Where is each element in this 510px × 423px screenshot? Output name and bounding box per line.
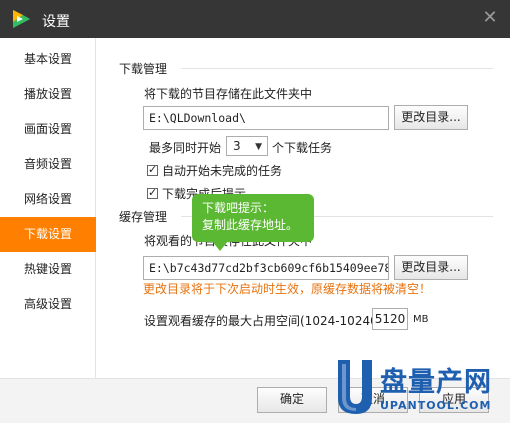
- watermark-cn-text: 盘量产网: [380, 367, 492, 398]
- max-download-value: 3: [233, 139, 241, 153]
- auto-start-label: 自动开始未完成的任务: [162, 164, 283, 178]
- check-icon: ✓: [148, 186, 158, 199]
- tooltip-line-1: 下载吧提示：: [202, 201, 275, 215]
- max-download-select[interactable]: 3 ▼: [226, 136, 268, 156]
- tooltip-line-2: 复制此缓存地址。: [202, 218, 299, 232]
- cache-max-space-label: 设置观看缓存的最大占用空间(1024-10240): [144, 314, 383, 328]
- sidebar-item-playback[interactable]: 播放设置: [0, 77, 96, 112]
- sidebar-item-network[interactable]: 网络设置: [0, 182, 96, 217]
- upantool-watermark: 盘量产网 UPANTOOL.COM: [334, 358, 510, 423]
- settings-sidebar: 基本设置 播放设置 画面设置 音频设置 网络设置 下载设置 热键设置 高级设置: [0, 38, 96, 378]
- sidebar-item-advanced[interactable]: 高级设置: [0, 287, 96, 322]
- cache-max-space-input[interactable]: 5120: [372, 308, 408, 330]
- title-bar: 设置 ✕: [0, 0, 510, 38]
- max-download-suffix: 个下载任务: [272, 141, 333, 155]
- download-change-dir-button[interactable]: 更改目录...: [394, 105, 468, 130]
- ok-button[interactable]: 确定: [257, 387, 327, 413]
- tooltip-arrow: [212, 241, 228, 251]
- copy-cache-tooltip: 下载吧提示： 复制此缓存地址。: [192, 194, 314, 251]
- download-section-divider: [181, 68, 493, 69]
- cache-change-dir-button[interactable]: 更改目录...: [394, 255, 468, 280]
- chevron-down-icon: ▼: [255, 142, 262, 152]
- cache-warning-text: 更改目录将于下次启动时生效，原缓存数据将被清空！: [143, 282, 432, 296]
- notify-complete-checkbox[interactable]: ✓: [147, 186, 158, 199]
- check-icon: ✓: [148, 163, 158, 176]
- download-section-title: 下载管理: [119, 62, 168, 76]
- u-logo-icon: [338, 360, 372, 414]
- cache-unit-label: MB: [413, 314, 429, 325]
- settings-window: 设置 ✕ 基本设置 播放设置 画面设置 音频设置 网络设置 下载设置 热键设置 …: [0, 0, 510, 423]
- watermark-en-text: UPANTOOL.COM: [380, 399, 492, 412]
- cache-section-title: 缓存管理: [119, 210, 168, 224]
- sidebar-item-hotkey[interactable]: 热键设置: [0, 252, 96, 287]
- cache-path-input[interactable]: E:\b7c43d77cd2bf3cb609cf6b15409ee78\: [143, 256, 389, 280]
- window-title: 设置: [42, 14, 70, 30]
- sidebar-item-audio[interactable]: 音频设置: [0, 147, 96, 182]
- sidebar-item-basic[interactable]: 基本设置: [0, 42, 96, 77]
- close-icon[interactable]: ✕: [480, 8, 500, 28]
- sidebar-item-picture[interactable]: 画面设置: [0, 112, 96, 147]
- download-folder-label: 将下载的节目存储在此文件夹中: [144, 87, 313, 101]
- sidebar-item-download[interactable]: 下载设置: [0, 217, 96, 252]
- max-download-prefix: 最多同时开始: [149, 141, 222, 155]
- tencent-video-logo-icon: [13, 10, 30, 28]
- auto-start-checkbox[interactable]: ✓: [147, 163, 158, 176]
- download-path-input[interactable]: E:\QLDownload\: [143, 106, 389, 130]
